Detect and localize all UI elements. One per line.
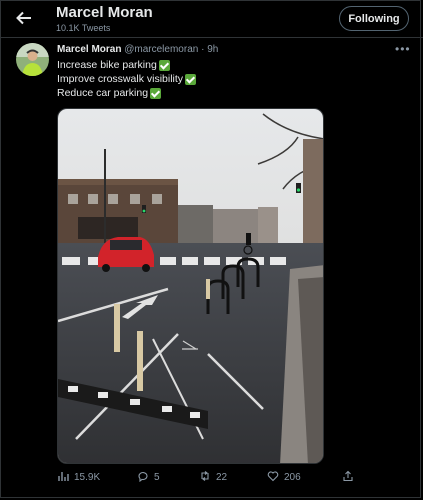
tweet-photo[interactable] [57, 108, 324, 464]
reply-button[interactable]: 5 [137, 470, 160, 485]
tweet-meta: Marcel Moran @marcelemoran · 9h [57, 44, 218, 55]
check-icon [158, 59, 170, 71]
tweet-text: Increase bike parking Improve crosswalk … [57, 58, 197, 100]
speech-bubble-icon [137, 470, 149, 485]
tweet-line: Improve crosswalk visibility [57, 72, 197, 86]
heart-icon [267, 470, 279, 485]
tweet-line: Reduce car parking [57, 86, 196, 100]
share-button[interactable] [342, 470, 354, 485]
header-divider [0, 37, 423, 38]
tweet-count: 10.1K Tweets [56, 23, 111, 33]
profile-header: Marcel Moran 10.1K Tweets Following [0, 0, 423, 36]
author-name[interactable]: Marcel Moran [57, 44, 121, 55]
retweet-icon [199, 470, 211, 485]
profile-name: Marcel Moran [56, 4, 153, 21]
more-dots-icon[interactable]: ••• [395, 42, 411, 56]
bar-chart-icon [57, 470, 69, 485]
tweet-time[interactable]: 9h [207, 44, 218, 55]
meta-separator: · [201, 44, 205, 55]
views-count: 15.9K [74, 472, 101, 483]
share-icon [342, 470, 354, 485]
tweet-line-text: Reduce car parking [57, 87, 149, 99]
tweet-line-text: Improve crosswalk visibility [57, 73, 184, 85]
views-stat[interactable]: 15.9K [57, 470, 100, 485]
avatar[interactable] [16, 43, 49, 76]
like-count: 206 [284, 472, 301, 483]
tweet-actions: 15.9K 5 22 206 [57, 470, 357, 488]
following-button[interactable]: Following [339, 6, 409, 31]
reply-count: 5 [154, 472, 160, 483]
author-handle[interactable]: @marcelemoran [124, 44, 198, 55]
like-button[interactable]: 206 [267, 470, 301, 485]
retweet-count: 22 [216, 472, 228, 483]
tweet-line-text: Increase bike parking [57, 59, 157, 71]
check-icon [150, 87, 162, 99]
check-icon [185, 73, 197, 85]
arrow-left-icon[interactable] [14, 8, 34, 28]
retweet-button[interactable]: 22 [199, 470, 227, 485]
tweet-line: Increase bike parking [57, 58, 196, 72]
